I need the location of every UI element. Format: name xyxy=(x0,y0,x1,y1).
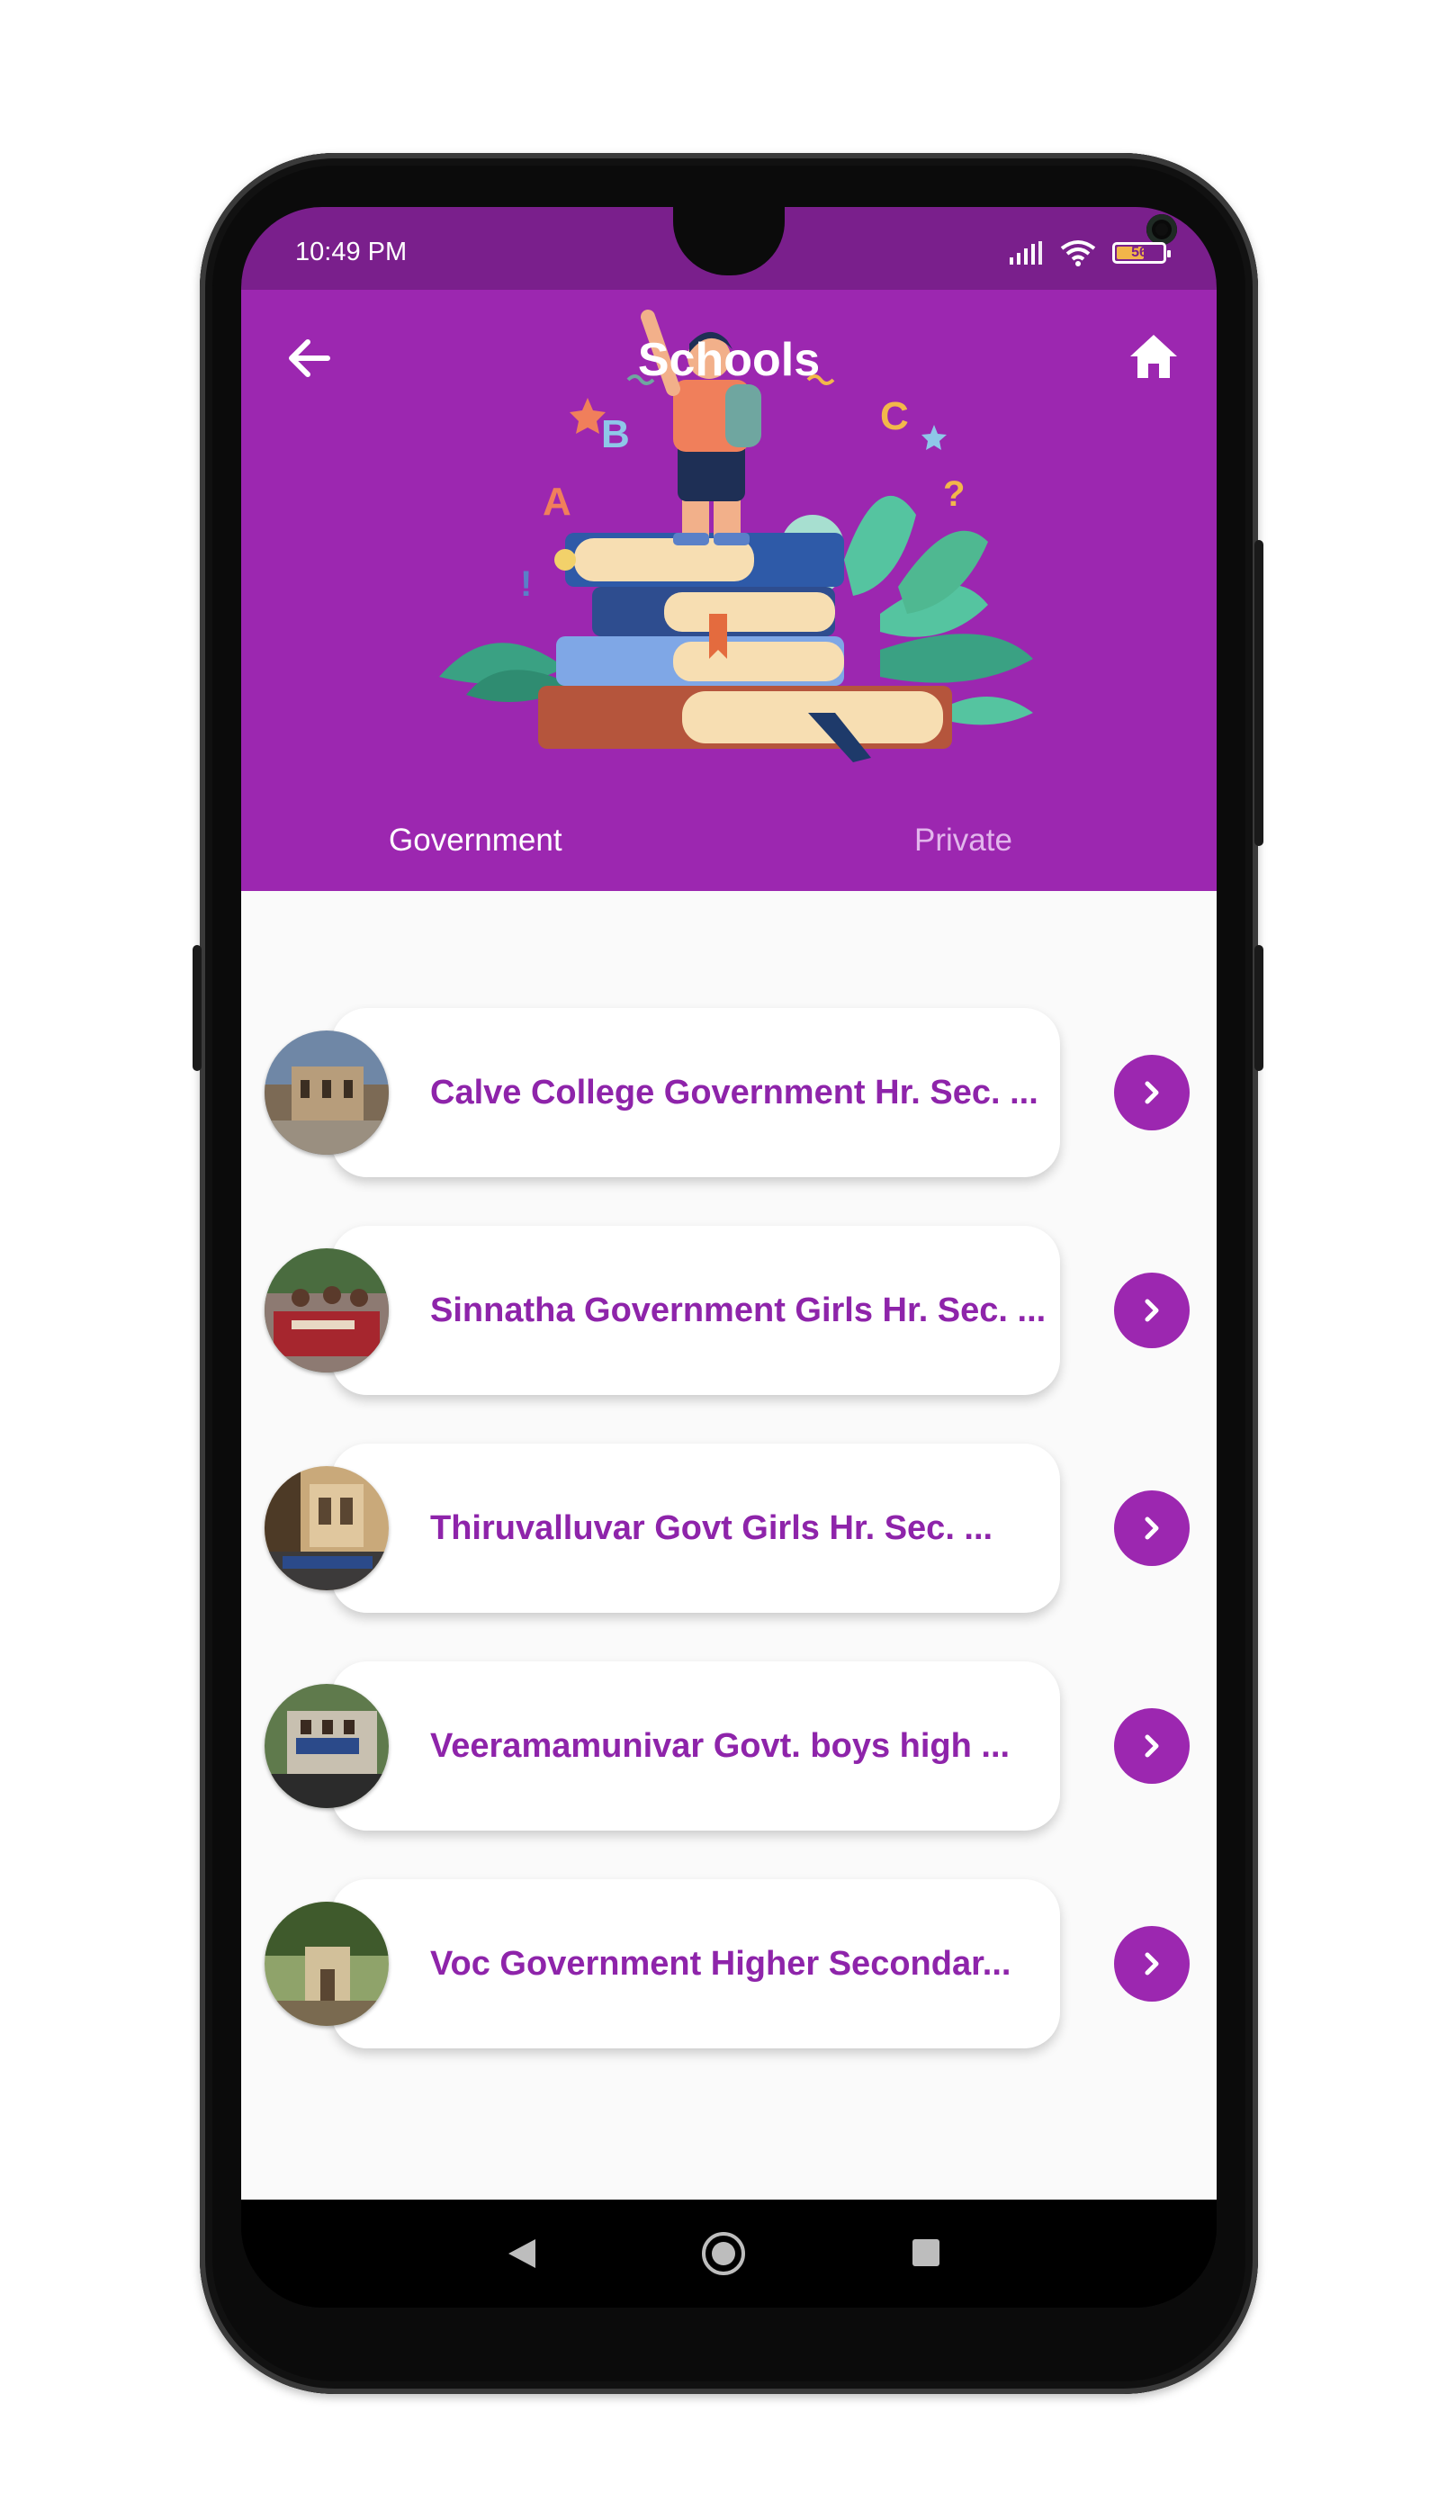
svg-text:?: ? xyxy=(943,474,965,514)
power-button xyxy=(1254,540,1263,846)
battery-icon: 56 xyxy=(1112,242,1171,264)
volume-button xyxy=(193,945,202,1071)
school-type-tabs: Government Private xyxy=(241,801,1217,891)
school-name: Calve College Government Hr. Sec. ... xyxy=(430,1074,1038,1112)
system-nav-bar xyxy=(241,2200,1217,2308)
nav-recents-icon[interactable] xyxy=(912,2239,939,2266)
nav-back-icon[interactable] xyxy=(507,2237,537,2270)
open-school-button[interactable] xyxy=(1114,1926,1190,2002)
school-card[interactable]: Veeramamunivar Govt. boys high ... xyxy=(331,1661,1060,1831)
svg-text:!: ! xyxy=(520,564,532,604)
status-icons: 56 xyxy=(1008,239,1171,266)
open-school-button[interactable] xyxy=(1114,1490,1190,1566)
wifi-icon xyxy=(1060,240,1096,266)
svg-text:C: C xyxy=(880,394,909,438)
school-name: Thiruvalluvar Govt Girls Hr. Sec. ... xyxy=(430,1509,993,1547)
school-card[interactable]: Voc Government Higher Secondar... xyxy=(331,1879,1060,2048)
chevron-right-icon xyxy=(1145,1299,1159,1322)
notch xyxy=(673,207,1177,275)
open-school-button[interactable] xyxy=(1114,1055,1190,1130)
school-thumbnail xyxy=(265,1902,389,2026)
tab-government[interactable]: Government xyxy=(389,823,562,859)
open-school-button[interactable] xyxy=(1114,1708,1190,1784)
open-school-button[interactable] xyxy=(1114,1273,1190,1348)
school-thumbnail xyxy=(265,1466,389,1590)
school-name: Sinnatha Government Girls Hr. Sec. ... xyxy=(430,1292,1047,1329)
school-name: Voc Government Higher Secondar... xyxy=(430,1945,1011,1983)
nav-home-icon[interactable] xyxy=(702,2232,745,2275)
side-button-lower xyxy=(1254,945,1263,1071)
school-thumbnail xyxy=(265,1030,389,1155)
svg-text:A: A xyxy=(543,480,571,524)
signal-icon xyxy=(1010,241,1042,265)
app-header: Schools B A C ? ! Government Private xyxy=(241,290,1217,891)
school-card[interactable]: Thiruvalluvar Govt Girls Hr. Sec. ... xyxy=(331,1444,1060,1613)
school-thumbnail xyxy=(265,1248,389,1372)
school-name: Veeramamunivar Govt. boys high ... xyxy=(430,1727,1011,1765)
status-time: 10:49 PM xyxy=(295,238,408,266)
school-card[interactable]: Calve College Government Hr. Sec. ... xyxy=(331,1008,1060,1177)
school-list: Calve College Government Hr. Sec. ... Si… xyxy=(241,891,1217,2200)
phone-screen: 10:49 PM 56 Schools B A C ? ! Government… xyxy=(241,207,1217,2308)
page-title: Schools xyxy=(637,334,821,386)
status-bar: 10:49 PM 56 xyxy=(241,207,1217,290)
chevron-right-icon xyxy=(1145,1734,1159,1758)
chevron-right-icon xyxy=(1145,1516,1159,1540)
tab-private[interactable]: Private xyxy=(914,823,1012,859)
chevron-right-icon xyxy=(1145,1081,1159,1104)
chevron-right-icon xyxy=(1145,1952,1159,1976)
school-card[interactable]: Sinnatha Government Girls Hr. Sec. ... xyxy=(331,1226,1060,1395)
battery-level: 56 xyxy=(1131,245,1147,260)
school-thumbnail xyxy=(265,1684,389,1808)
svg-text:B: B xyxy=(601,412,630,456)
